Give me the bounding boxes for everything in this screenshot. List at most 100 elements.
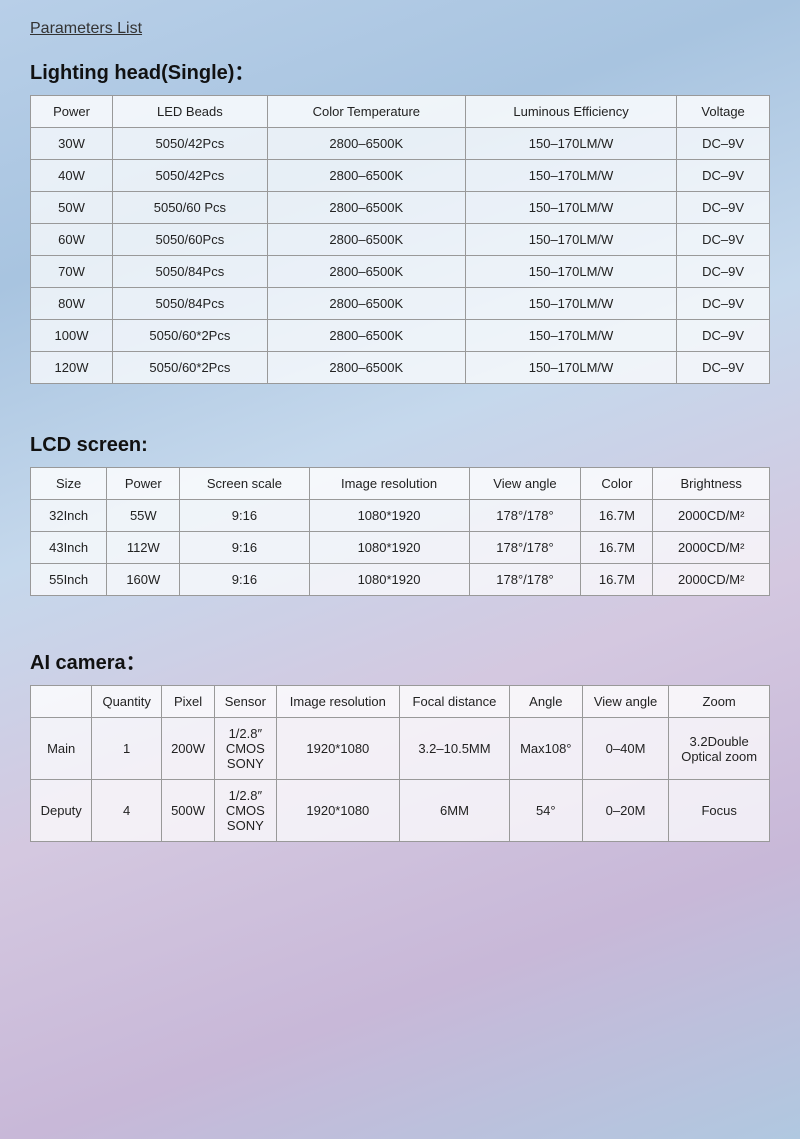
table-cell: 5050/60*2Pcs [113, 352, 268, 384]
table-row: 43Inch112W9:161080*1920178°/178°16.7M200… [31, 532, 770, 564]
ai-col-header: Image resolution [276, 686, 400, 718]
table-cell: 178°/178° [469, 532, 581, 564]
table-cell: Focus [669, 780, 770, 842]
ai-col-header: Angle [509, 686, 582, 718]
ai-col-header: View angle [582, 686, 669, 718]
table-cell: 150–170LM/W [465, 288, 676, 320]
table-row: 32Inch55W9:161080*1920178°/178°16.7M2000… [31, 500, 770, 532]
table-cell: 60W [31, 224, 113, 256]
table-cell: 70W [31, 256, 113, 288]
table-cell: 178°/178° [469, 564, 581, 596]
table-cell: 2000CD/M² [653, 564, 770, 596]
table-cell: Deputy [31, 780, 92, 842]
table-cell: 150–170LM/W [465, 128, 676, 160]
table-cell: 120W [31, 352, 113, 384]
lighting-head-col-header: Color Temperature [267, 96, 465, 128]
table-cell: 2800–6500K [267, 352, 465, 384]
table-cell: 2000CD/M² [653, 532, 770, 564]
table-cell: 3.2Double Optical zoom [669, 718, 770, 780]
table-cell: 16.7M [581, 500, 653, 532]
lighting-head-table: PowerLED BeadsColor TemperatureLuminous … [30, 95, 770, 384]
table-cell: 1080*1920 [309, 532, 469, 564]
table-cell: 5050/60Pcs [113, 224, 268, 256]
table-cell: 54° [509, 780, 582, 842]
table-cell: 0–40M [582, 718, 669, 780]
table-row: Deputy4500W1/2.8″ CMOS SONY1920*10806MM5… [31, 780, 770, 842]
table-cell: 30W [31, 128, 113, 160]
table-cell: 2800–6500K [267, 288, 465, 320]
lighting-head-header-row: PowerLED BeadsColor TemperatureLuminous … [31, 96, 770, 128]
ai-camera-section: AI camera： QuantityPixelSensorImage reso… [30, 646, 770, 842]
table-row: 30W5050/42Pcs2800–6500K150–170LM/WDC–9V [31, 128, 770, 160]
ai-col-header [31, 686, 92, 718]
lcd-col-header: Power [107, 468, 180, 500]
table-cell: 5050/42Pcs [113, 160, 268, 192]
table-cell: 3.2–10.5MM [400, 718, 510, 780]
lighting-head-col-header: LED Beads [113, 96, 268, 128]
table-cell: 55Inch [31, 564, 107, 596]
table-cell: DC–9V [677, 224, 770, 256]
table-cell: 500W [161, 780, 214, 842]
table-cell: 6MM [400, 780, 510, 842]
table-cell: 5050/60*2Pcs [113, 320, 268, 352]
table-cell: 0–20M [582, 780, 669, 842]
table-cell: 2800–6500K [267, 320, 465, 352]
table-cell: 32Inch [31, 500, 107, 532]
table-cell: 2800–6500K [267, 160, 465, 192]
table-row: 80W5050/84Pcs2800–6500K150–170LM/WDC–9V [31, 288, 770, 320]
table-cell: 150–170LM/W [465, 352, 676, 384]
table-cell: Max108° [509, 718, 582, 780]
table-row: 60W5050/60Pcs2800–6500K150–170LM/WDC–9V [31, 224, 770, 256]
lcd-col-header: Size [31, 468, 107, 500]
table-cell: 5050/42Pcs [113, 128, 268, 160]
ai-col-header: Pixel [161, 686, 214, 718]
table-row: 40W5050/42Pcs2800–6500K150–170LM/WDC–9V [31, 160, 770, 192]
table-cell: 112W [107, 532, 180, 564]
ai-camera-table: QuantityPixelSensorImage resolutionFocal… [30, 685, 770, 842]
table-cell: 50W [31, 192, 113, 224]
table-cell: 178°/178° [469, 500, 581, 532]
table-cell: 2800–6500K [267, 224, 465, 256]
lcd-screen-table: SizePowerScreen scaleImage resolutionVie… [30, 467, 770, 596]
table-cell: 43Inch [31, 532, 107, 564]
table-cell: DC–9V [677, 288, 770, 320]
table-cell: 1080*1920 [309, 500, 469, 532]
lighting-head-col-header: Power [31, 96, 113, 128]
table-row: Main1200W1/2.8″ CMOS SONY1920*10803.2–10… [31, 718, 770, 780]
lcd-body: 32Inch55W9:161080*1920178°/178°16.7M2000… [31, 500, 770, 596]
table-row: 120W5050/60*2Pcs2800–6500K150–170LM/WDC–… [31, 352, 770, 384]
table-cell: 5050/84Pcs [113, 256, 268, 288]
table-row: 50W5050/60 Pcs2800–6500K150–170LM/WDC–9V [31, 192, 770, 224]
table-cell: DC–9V [677, 352, 770, 384]
table-cell: 9:16 [180, 500, 309, 532]
table-cell: 9:16 [180, 532, 309, 564]
ai-camera-title: AI camera： [30, 646, 770, 675]
table-cell: 2000CD/M² [653, 500, 770, 532]
table-cell: 150–170LM/W [465, 256, 676, 288]
lcd-col-header: Image resolution [309, 468, 469, 500]
table-cell: 1920*1080 [276, 718, 400, 780]
lcd-col-header: Screen scale [180, 468, 309, 500]
table-cell: 16.7M [581, 532, 653, 564]
table-cell: 1920*1080 [276, 780, 400, 842]
table-cell: 160W [107, 564, 180, 596]
table-cell: 150–170LM/W [465, 320, 676, 352]
table-cell: DC–9V [677, 256, 770, 288]
table-cell: 150–170LM/W [465, 224, 676, 256]
table-cell: 1/2.8″ CMOS SONY [215, 718, 276, 780]
table-cell: 200W [161, 718, 214, 780]
table-cell: DC–9V [677, 160, 770, 192]
table-cell: 5050/84Pcs [113, 288, 268, 320]
table-cell: 2800–6500K [267, 256, 465, 288]
table-cell: Main [31, 718, 92, 780]
lighting-head-body: 30W5050/42Pcs2800–6500K150–170LM/WDC–9V4… [31, 128, 770, 384]
ai-body: Main1200W1/2.8″ CMOS SONY1920*10803.2–10… [31, 718, 770, 842]
table-row: 100W5050/60*2Pcs2800–6500K150–170LM/WDC–… [31, 320, 770, 352]
lighting-head-title: Lighting head(Single)： [30, 56, 770, 85]
lighting-head-section: Lighting head(Single)： PowerLED BeadsCol… [30, 56, 770, 384]
table-row: 55Inch160W9:161080*1920178°/178°16.7M200… [31, 564, 770, 596]
ai-header-row: QuantityPixelSensorImage resolutionFocal… [31, 686, 770, 718]
page-title: Parameters List [30, 20, 770, 38]
lighting-head-col-header: Luminous Efficiency [465, 96, 676, 128]
table-cell: 55W [107, 500, 180, 532]
